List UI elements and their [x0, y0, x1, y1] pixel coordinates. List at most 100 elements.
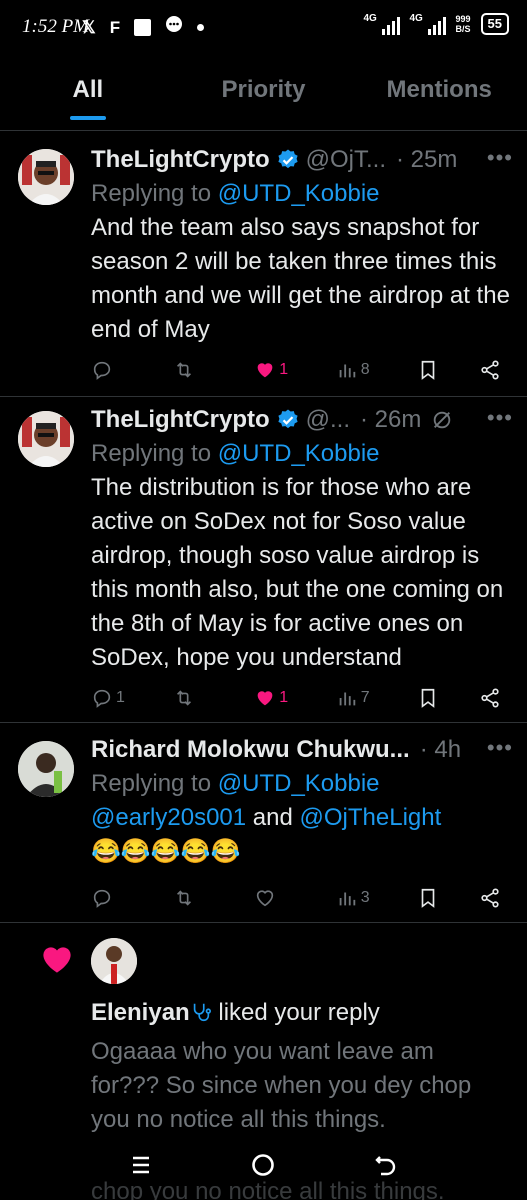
tweet-text: @early20s001 and @OjTheLight	[91, 804, 442, 831]
retweet-button[interactable]	[173, 359, 217, 381]
tab-all[interactable]: All	[0, 60, 176, 120]
recents-button[interactable]	[121, 1145, 161, 1185]
bookmark-button[interactable]	[417, 359, 441, 381]
status-time: 1:52 PM	[22, 16, 90, 37]
heart-filled-icon	[257, 363, 273, 378]
mention-link[interactable]: @UTD_Kobbie	[218, 440, 380, 467]
tweet-time: · 4h	[419, 736, 462, 763]
tweet-time: · 26m	[360, 406, 422, 433]
reply-button[interactable]	[91, 359, 135, 381]
mention-link[interactable]: @UTD_Kobbie	[218, 770, 380, 797]
reply-icon	[93, 361, 111, 380]
like-button[interactable]	[254, 887, 298, 909]
home-button[interactable]	[243, 1145, 283, 1185]
like-button[interactable]: 1	[254, 359, 298, 381]
avatar[interactable]	[91, 938, 137, 984]
tweet-header: TheLightCrypto @... · 26m	[91, 403, 513, 437]
reply-icon	[93, 689, 111, 708]
tab-mentions[interactable]: Mentions	[351, 60, 527, 120]
home-circle-icon	[252, 1154, 275, 1176]
recents-icon	[133, 1156, 150, 1174]
reply-button[interactable]: 1	[91, 687, 135, 709]
status-right: 4G 4G 999 B/S 55	[364, 13, 509, 35]
reply-button[interactable]	[91, 887, 135, 909]
views-icon	[339, 692, 356, 706]
share-button[interactable]	[479, 887, 503, 909]
views-button[interactable]: 7	[336, 687, 380, 709]
share-button[interactable]	[479, 687, 503, 709]
bookmark-button[interactable]	[417, 687, 441, 709]
tab-priority[interactable]: Priority	[176, 60, 352, 120]
tweet-actions: 1 1 7	[91, 683, 503, 713]
retweet-button[interactable]	[173, 687, 217, 709]
tweet-text: And the team also says snapshot for seas…	[91, 214, 510, 343]
bookmark-button[interactable]	[417, 887, 441, 909]
tweet-time: · 25m	[396, 146, 458, 173]
heart-filled-icon	[257, 691, 273, 706]
tweet-emoji: 😂😂😂😂😂	[91, 838, 241, 865]
tweet-3[interactable]: Richard Molokwu Chukwu... · 4h ••• Reply…	[0, 723, 527, 923]
stethoscope-icon	[193, 1003, 211, 1022]
views-button[interactable]: 8	[336, 359, 380, 381]
author-handle[interactable]: @...	[306, 406, 350, 434]
net-speed: 999 B/S	[455, 14, 471, 34]
mention-link[interactable]: @early20s001	[91, 804, 246, 831]
author-name[interactable]: TheLightCrypto	[91, 406, 270, 434]
heart-filled-icon	[43, 947, 71, 973]
tweet-1[interactable]: TheLightCrypto @OjT... · 25m ••• Replyin…	[0, 131, 527, 397]
status-notification-icons: 𝕏 F	[82, 16, 205, 39]
more-options-icon[interactable]: •••	[487, 405, 513, 431]
author-name[interactable]: TheLightCrypto	[91, 146, 270, 174]
back-button[interactable]	[366, 1145, 406, 1185]
chat-bubble-icon	[165, 16, 183, 39]
more-options-icon[interactable]: •••	[487, 145, 513, 171]
more-options-icon[interactable]: •••	[487, 735, 513, 761]
views-count: 8	[360, 361, 370, 378]
views-button[interactable]: 3	[336, 887, 380, 909]
retweet-icon	[176, 362, 191, 378]
x-logo-icon: 𝕏	[82, 17, 96, 37]
author-handle[interactable]: @OjT...	[306, 146, 386, 174]
grok-icon[interactable]	[431, 409, 453, 431]
retweet-icon	[176, 690, 191, 706]
bookmark-icon	[422, 688, 435, 708]
tweet-header: TheLightCrypto @OjT... · 25m	[91, 143, 513, 177]
battery-indicator: 55	[480, 13, 509, 35]
bookmark-icon	[422, 888, 435, 908]
tweet-actions: 1 8	[91, 355, 503, 385]
bookmark-icon	[422, 360, 435, 380]
back-icon	[375, 1156, 395, 1176]
replying-to: Replying to @UTD_Kobbie	[91, 440, 380, 467]
f-app-icon: F	[109, 17, 121, 37]
tweet-2[interactable]: TheLightCrypto @... · 26m ••• Replying t…	[0, 397, 527, 723]
avatar[interactable]	[18, 149, 74, 205]
liker-name[interactable]: Eleniyan	[91, 999, 190, 1026]
signal-1-icon: 4G	[364, 13, 400, 35]
replying-to: Replying to @UTD_Kobbie	[91, 180, 380, 207]
dot-icon	[197, 24, 205, 31]
notification-tabs: All Priority Mentions	[0, 60, 527, 120]
views-icon	[339, 892, 356, 906]
avatar[interactable]	[18, 411, 74, 467]
signal-2-icon: 4G	[410, 13, 446, 35]
tweet-text: The distribution is for those who are ac…	[91, 474, 504, 671]
retweet-button[interactable]	[173, 887, 217, 909]
retweet-icon	[176, 890, 191, 906]
system-nav-bar	[0, 1130, 527, 1200]
views-count: 7	[360, 689, 370, 706]
share-icon	[481, 888, 499, 908]
replying-to: Replying to @UTD_Kobbie	[91, 770, 380, 797]
avatar[interactable]	[18, 741, 74, 797]
like-button[interactable]: 1	[254, 687, 298, 709]
share-button[interactable]	[479, 359, 503, 381]
mention-link[interactable]: @UTD_Kobbie	[218, 180, 380, 207]
square-icon	[134, 19, 152, 36]
liked-reply-text: Ogaaaa who you want leave am for??? So s…	[91, 1038, 472, 1133]
like-count: 1	[279, 361, 289, 378]
views-count: 3	[360, 889, 370, 906]
verified-badge-icon	[278, 149, 298, 169]
tweet-actions: 3	[91, 883, 503, 913]
mention-link[interactable]: @OjTheLight	[300, 804, 442, 831]
author-name[interactable]: Richard Molokwu Chukwu...	[91, 736, 410, 764]
heart-outline-icon	[257, 890, 274, 907]
